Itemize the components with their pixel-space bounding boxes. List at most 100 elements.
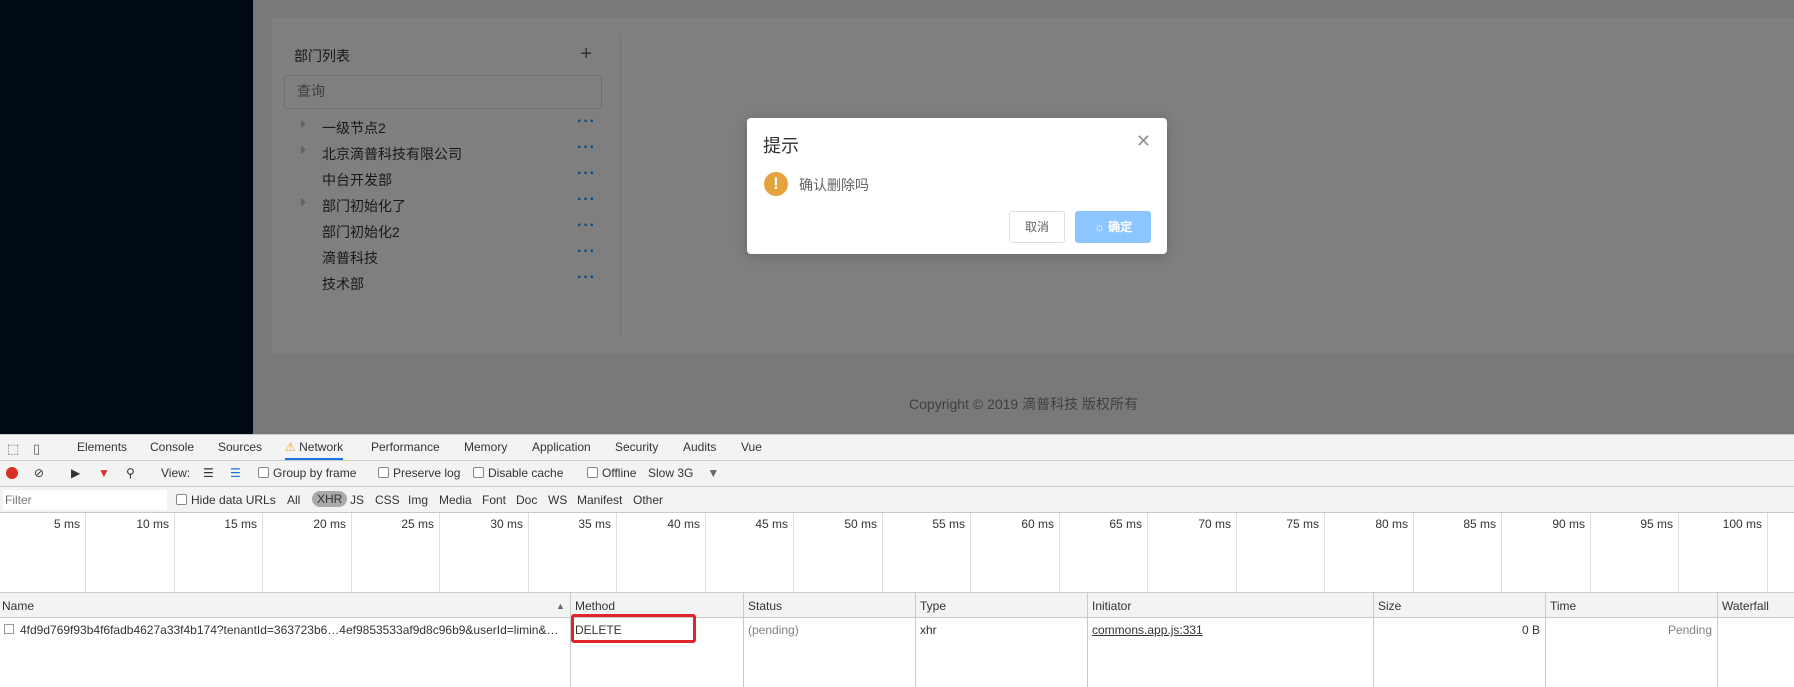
hide-data-urls-label: Hide data URLs <box>191 493 276 507</box>
devtools-panel: ⬚ ▯ Elements Console Sources ⚠ Network P… <box>0 434 1794 687</box>
timeline-tick: 50 ms <box>793 513 883 592</box>
column-header-status[interactable]: Status <box>748 599 782 613</box>
filter-type-font[interactable]: Font <box>482 493 506 507</box>
timeline-tick: 20 ms <box>262 513 352 592</box>
clear-icon[interactable]: ⊘ <box>34 466 44 480</box>
filter-type-css[interactable]: CSS <box>375 493 400 507</box>
throttle-value: Slow 3G <box>648 466 694 480</box>
filter-type-js[interactable]: JS <box>350 493 364 507</box>
preserve-log-checkbox[interactable]: Preserve log <box>378 466 460 480</box>
request-name[interactable]: 4fd9d769f93b4f6fadb4627a33f4b174?tenantI… <box>20 623 566 637</box>
timeline-tick: 30 ms <box>439 513 529 592</box>
warning-icon: ⚠ <box>285 440 296 454</box>
offline-checkbox[interactable]: Offline <box>587 466 636 480</box>
loading-icon: ☼ <box>1093 220 1105 234</box>
tab-sources[interactable]: Sources <box>218 440 262 454</box>
close-icon[interactable]: ✕ <box>1136 131 1151 152</box>
timeline-tick-label: 75 ms <box>1286 517 1319 531</box>
timeline-tick: 95 ms <box>1590 513 1679 592</box>
confirm-button[interactable]: ☼ 确定 <box>1075 211 1151 243</box>
tab-performance[interactable]: Performance <box>371 440 440 454</box>
timeline-tick-label: 10 ms <box>136 517 169 531</box>
request-initiator-link[interactable]: commons.app.js:331 <box>1092 623 1203 637</box>
list-view-icon[interactable]: ☰ <box>203 466 214 480</box>
device-toolbar-icon[interactable]: ▯ <box>33 441 40 457</box>
filter-type-all[interactable]: All <box>287 493 300 507</box>
timeline-tick: 5 ms <box>0 513 86 592</box>
timeline-tick-label: 35 ms <box>578 517 611 531</box>
cancel-button[interactable]: 取消 <box>1009 211 1065 243</box>
timeline-tick: 40 ms <box>616 513 706 592</box>
filter-input[interactable] <box>3 490 167 510</box>
group-by-frame-checkbox[interactable]: Group by frame <box>258 466 356 480</box>
sort-ascending-icon: ▲ <box>556 601 565 611</box>
network-filterbar: Hide data URLs All XHR JS CSS Img Media … <box>0 487 1794 513</box>
timeline-tick: 15 ms <box>174 513 263 592</box>
filter-type-doc[interactable]: Doc <box>516 493 537 507</box>
column-divider <box>1087 593 1088 687</box>
filter-type-manifest[interactable]: Manifest <box>577 493 622 507</box>
timeline-tick: 45 ms <box>705 513 794 592</box>
filter-type-img[interactable]: Img <box>408 493 428 507</box>
tab-vue[interactable]: Vue <box>741 440 762 454</box>
column-header-time[interactable]: Time <box>1550 599 1576 613</box>
search-icon[interactable]: ⚲ <box>126 466 135 480</box>
timeline-tick-label: 15 ms <box>224 517 257 531</box>
confirm-dialog: 提示 ✕ ! 确认删除吗 取消 ☼ 确定 <box>747 118 1167 254</box>
column-header-initiator[interactable]: Initiator <box>1092 599 1131 613</box>
request-status: (pending) <box>748 623 799 637</box>
tab-elements[interactable]: Elements <box>77 440 127 454</box>
tab-audits[interactable]: Audits <box>683 440 716 454</box>
timeline-tick: 80 ms <box>1324 513 1414 592</box>
tab-memory[interactable]: Memory <box>464 440 507 454</box>
timeline-tick: 55 ms <box>882 513 971 592</box>
request-type: xhr <box>920 623 937 637</box>
column-divider <box>743 593 744 687</box>
view-label: View: <box>161 466 191 480</box>
timeline-tick: 60 ms <box>970 513 1060 592</box>
timeline-tick-label: 40 ms <box>667 517 700 531</box>
network-overview-timeline[interactable]: 5 ms 10 ms 15 ms 20 ms 25 ms 30 ms 35 ms… <box>0 513 1794 593</box>
column-header-type[interactable]: Type <box>920 599 946 613</box>
filter-type-xhr[interactable]: XHR <box>312 491 348 507</box>
waterfall-view-icon[interactable]: ☰ <box>230 466 241 480</box>
annotation-highlight-box <box>571 614 696 643</box>
timeline-tick: 10 ms <box>85 513 175 592</box>
hide-data-urls-checkbox[interactable]: Hide data URLs <box>176 493 276 507</box>
filter-icon[interactable]: ▼ <box>98 466 110 480</box>
timeline-tick: 75 ms <box>1236 513 1325 592</box>
tab-application[interactable]: Application <box>532 440 591 454</box>
timeline-tick-label: 55 ms <box>932 517 965 531</box>
record-icon[interactable] <box>6 467 18 479</box>
timeline-tick: 85 ms <box>1413 513 1502 592</box>
column-header-size[interactable]: Size <box>1378 599 1401 613</box>
tab-network[interactable]: ⚠ Network <box>285 440 344 460</box>
inspect-element-icon[interactable]: ⬚ <box>7 441 19 457</box>
preserve-log-label: Preserve log <box>393 466 461 480</box>
column-divider <box>1373 593 1374 687</box>
timeline-tick: 65 ms <box>1059 513 1148 592</box>
timeline-tick-label: 65 ms <box>1109 517 1142 531</box>
capture-screenshots-icon[interactable]: ▶ <box>71 466 80 480</box>
throttle-select[interactable]: Slow 3G ▼ <box>648 466 719 480</box>
column-divider <box>915 593 916 687</box>
disable-cache-label: Disable cache <box>488 466 564 480</box>
column-divider <box>1717 593 1718 687</box>
tab-security[interactable]: Security <box>615 440 658 454</box>
column-header-method[interactable]: Method <box>575 599 615 613</box>
filter-type-media[interactable]: Media <box>439 493 472 507</box>
filter-type-other[interactable]: Other <box>633 493 663 507</box>
column-header-name[interactable]: Name <box>2 599 34 613</box>
column-header-waterfall[interactable]: Waterfall <box>1722 599 1769 613</box>
timeline-tick: 70 ms <box>1147 513 1237 592</box>
group-by-frame-label: Group by frame <box>273 466 357 480</box>
timeline-tick-label: 25 ms <box>401 517 434 531</box>
timeline-tick: 25 ms <box>351 513 440 592</box>
offline-label: Offline <box>602 466 637 480</box>
confirm-button-label: 确定 <box>1108 220 1133 234</box>
disable-cache-checkbox[interactable]: Disable cache <box>473 466 563 480</box>
table-header <box>0 593 1794 618</box>
tab-console[interactable]: Console <box>150 440 194 454</box>
request-time: Pending <box>1667 623 1712 637</box>
filter-type-ws[interactable]: WS <box>548 493 567 507</box>
